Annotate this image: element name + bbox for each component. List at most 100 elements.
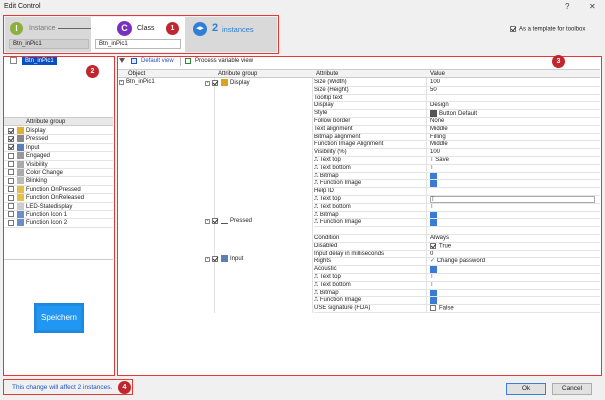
group-pressed-checkbox[interactable] bbox=[212, 217, 218, 224]
attribute-row[interactable]: Acoustic bbox=[314, 266, 600, 274]
attribute-group-item[interactable]: Function Icon 1 bbox=[4, 210, 113, 220]
object-cell[interactable]: - Btn_inPic1 bbox=[119, 79, 155, 85]
attribute-value[interactable]: ✓ Change password bbox=[430, 258, 485, 265]
attribute-group-item[interactable]: Input bbox=[4, 143, 113, 153]
attribute-row[interactable]: ⎍ Text top T bbox=[314, 195, 600, 204]
attribute-row[interactable]: Rights ✓ Change password bbox=[314, 258, 600, 267]
attribute-value[interactable]: T bbox=[430, 165, 434, 172]
attribute-group-item[interactable]: Pressed bbox=[4, 135, 113, 144]
attribute-row[interactable]: Follow border None bbox=[314, 118, 600, 126]
process-variable-view-tab[interactable]: Process variable view bbox=[195, 58, 253, 64]
cancel-button[interactable]: Cancel bbox=[552, 383, 592, 395]
attribute-row[interactable]: Size (Width) 100 bbox=[314, 79, 600, 87]
attribute-row[interactable]: Input delay in milliseconds 0 bbox=[314, 251, 600, 259]
attribute-value[interactable] bbox=[430, 266, 439, 273]
class-name-field[interactable]: Btn_inPic1 bbox=[95, 39, 181, 49]
group-display[interactable]: - Display bbox=[205, 79, 250, 87]
attribute-group-item[interactable]: Function OnReleased bbox=[4, 194, 113, 203]
attribute-value[interactable]: T bbox=[430, 274, 434, 281]
attribute-value[interactable]: False bbox=[430, 305, 454, 312]
group-checkbox[interactable] bbox=[8, 219, 14, 226]
attribute-row[interactable]: Disabled True bbox=[314, 242, 600, 251]
attribute-value[interactable]: True bbox=[430, 242, 451, 250]
attribute-group-item[interactable]: Engaged bbox=[4, 152, 113, 161]
attribute-row[interactable]: Display Design bbox=[314, 102, 600, 111]
attribute-row[interactable]: Tooltip text bbox=[314, 95, 600, 103]
group-checkbox[interactable] bbox=[8, 203, 14, 210]
collapse-icon[interactable]: - bbox=[205, 257, 210, 263]
attribute-row[interactable]: Help ID bbox=[314, 188, 600, 196]
default-view-tab[interactable]: Default view bbox=[141, 58, 174, 64]
group-checkbox[interactable] bbox=[8, 186, 14, 193]
attribute-value[interactable]: Filling bbox=[430, 134, 446, 141]
attribute-row[interactable]: Bitmap alignment Filling bbox=[314, 134, 600, 142]
attribute-row[interactable]: ⎍ Text top T bbox=[314, 274, 600, 282]
attribute-row[interactable]: ⎍ Text bottom T bbox=[314, 165, 600, 173]
attribute-group-item[interactable]: Function Icon 2 bbox=[4, 219, 113, 228]
attribute-value[interactable] bbox=[430, 180, 439, 188]
button-preview[interactable]: Speichern bbox=[34, 303, 84, 333]
instances-step[interactable]: ◂▸ 2 instances bbox=[185, 17, 277, 52]
attribute-group-item[interactable]: LED-Statedisplay bbox=[4, 202, 113, 211]
collapse-icon[interactable]: - bbox=[205, 219, 210, 225]
attribute-value[interactable]: Design bbox=[430, 102, 449, 109]
attribute-row[interactable]: ⎍ Text bottom T bbox=[314, 204, 600, 212]
group-checkbox[interactable] bbox=[8, 161, 14, 168]
attribute-value[interactable]: T bbox=[430, 282, 434, 289]
filter-icon[interactable] bbox=[119, 58, 125, 63]
attribute-row[interactable]: ⎍ Function Image bbox=[314, 297, 600, 306]
attribute-value[interactable] bbox=[430, 172, 439, 180]
group-input[interactable]: - Input bbox=[205, 255, 243, 263]
collapse-icon[interactable]: - bbox=[119, 80, 124, 85]
attribute-value[interactable]: None bbox=[430, 118, 444, 125]
attribute-row[interactable]: Style Button Default bbox=[314, 110, 600, 118]
attribute-row[interactable]: ⎍ Bitmap bbox=[314, 172, 600, 181]
attribute-row[interactable]: Visibility (%) 100 bbox=[314, 149, 600, 157]
group-checkbox[interactable] bbox=[8, 152, 14, 159]
help-button[interactable]: ? bbox=[565, 2, 569, 11]
attribute-value[interactable]: 100 bbox=[430, 79, 440, 86]
attribute-row[interactable]: ⎍ Text bottom T bbox=[314, 282, 600, 290]
ok-button[interactable]: Ok bbox=[506, 383, 546, 395]
attribute-row[interactable]: ⎍ Bitmap bbox=[314, 211, 600, 220]
template-checkbox-box[interactable] bbox=[510, 26, 516, 32]
group-checkbox[interactable] bbox=[8, 194, 14, 201]
group-pressed[interactable]: - Pressed bbox=[205, 217, 252, 225]
attribute-row[interactable]: Text alignment Middle bbox=[314, 126, 600, 134]
attribute-value[interactable]: T Save bbox=[430, 157, 449, 164]
group-checkbox[interactable] bbox=[8, 135, 14, 142]
attribute-value[interactable] bbox=[430, 211, 439, 219]
attribute-row[interactable]: Size (Height) 50 bbox=[314, 87, 600, 95]
tree-expander-icon[interactable] bbox=[10, 57, 17, 64]
attribute-value[interactable]: 50 bbox=[430, 87, 437, 94]
group-checkbox[interactable] bbox=[8, 169, 14, 176]
attribute-value[interactable]: Button Default bbox=[430, 110, 477, 118]
group-checkbox[interactable] bbox=[8, 144, 14, 151]
attribute-value[interactable] bbox=[430, 297, 439, 305]
attribute-group-item[interactable]: Blinking bbox=[4, 177, 113, 186]
attribute-row[interactable] bbox=[314, 227, 600, 235]
instance-step[interactable]: I Instance Btn_inPic1 bbox=[5, 17, 91, 52]
attribute-row[interactable]: Function Image Alignment Middle bbox=[314, 141, 600, 150]
tree-item-selected[interactable]: Btn_inPic1 bbox=[22, 57, 57, 65]
group-display-checkbox[interactable] bbox=[212, 79, 218, 86]
group-checkbox[interactable] bbox=[8, 211, 14, 218]
attribute-row[interactable]: Condition Always bbox=[314, 235, 600, 243]
collapse-icon[interactable]: - bbox=[205, 81, 210, 87]
attribute-row[interactable]: ⎍ Bitmap bbox=[314, 289, 600, 298]
instance-name-field[interactable]: Btn_inPic1 bbox=[9, 39, 89, 49]
attribute-row[interactable]: ⎍ Text top T Save bbox=[314, 157, 600, 165]
attribute-value[interactable] bbox=[430, 289, 439, 297]
close-button[interactable]: ✕ bbox=[589, 2, 596, 11]
group-checkbox[interactable] bbox=[8, 177, 14, 184]
attribute-group-item[interactable]: Function OnPressed bbox=[4, 185, 113, 195]
attribute-value[interactable]: Always bbox=[430, 235, 449, 242]
attribute-value[interactable]: Middle bbox=[430, 126, 448, 133]
group-checkbox[interactable] bbox=[8, 127, 14, 134]
group-input-checkbox[interactable] bbox=[212, 255, 218, 262]
attribute-value[interactable] bbox=[430, 219, 439, 227]
attribute-value[interactable]: 0 bbox=[430, 251, 433, 258]
attribute-value[interactable]: Middle bbox=[430, 141, 448, 148]
attribute-row[interactable]: USE signature (FDA) False bbox=[314, 305, 600, 313]
attribute-row[interactable]: ⎍ Function Image bbox=[314, 180, 600, 189]
